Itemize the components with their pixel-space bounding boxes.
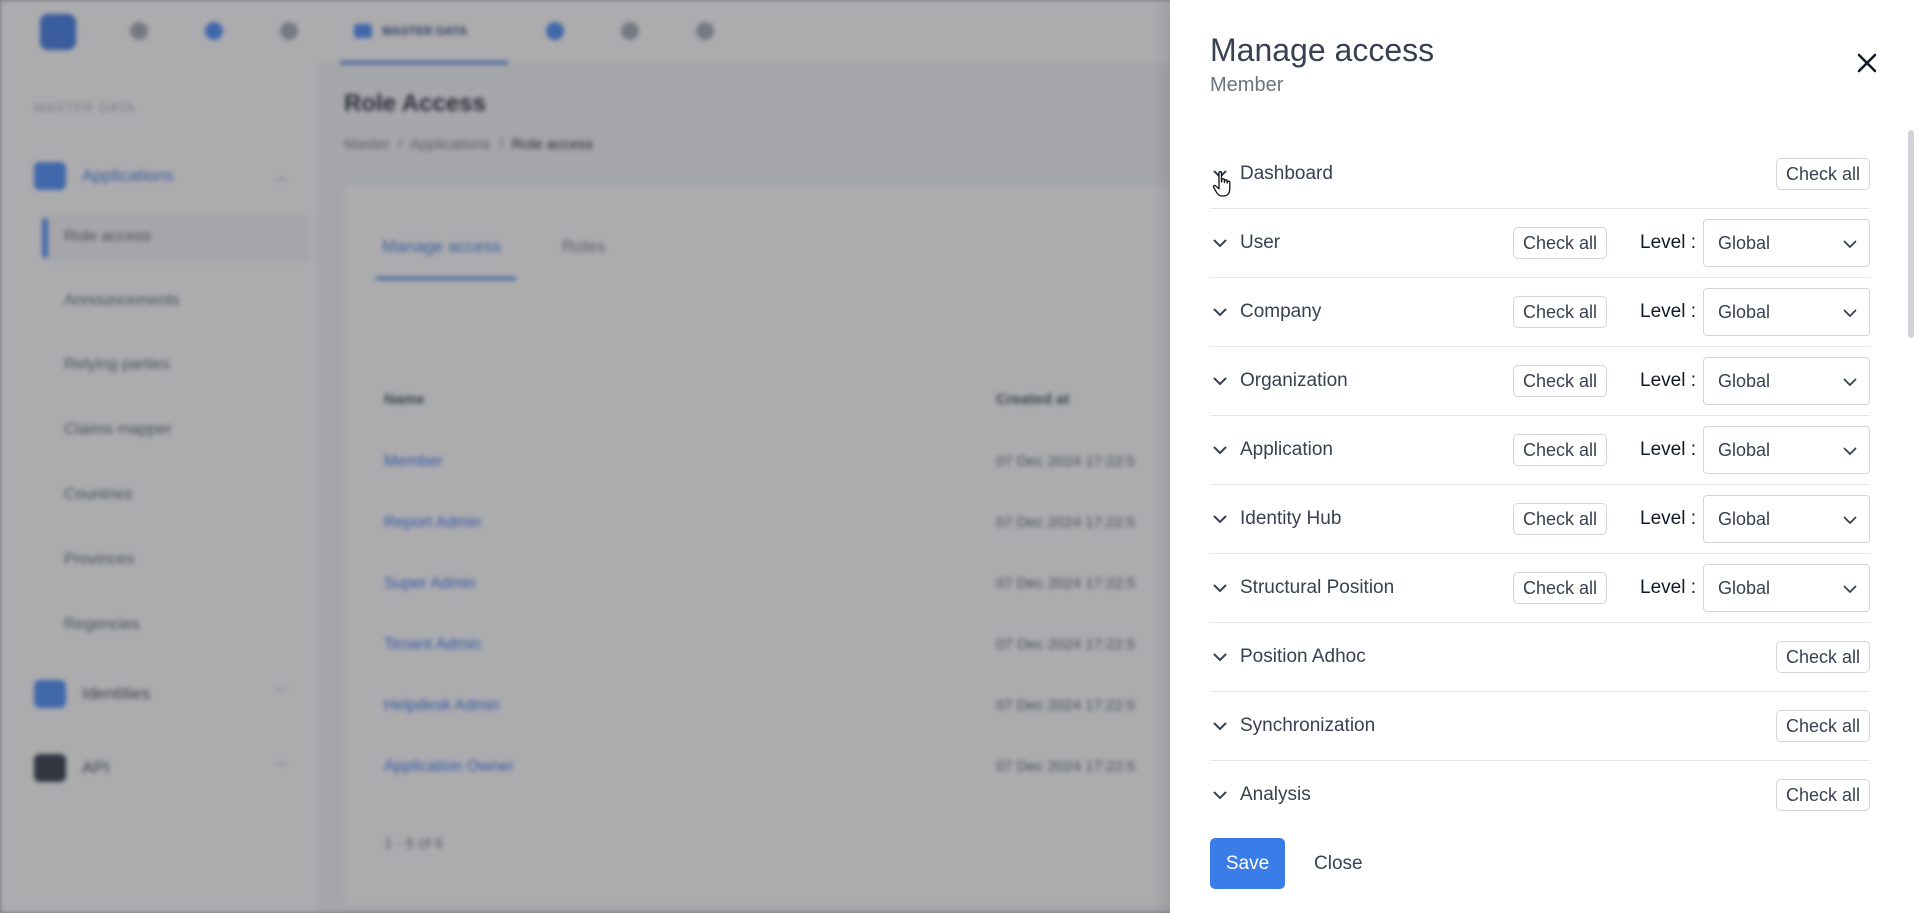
access-section-user: User Check all Level : Global [1210,209,1870,278]
access-section-dashboard: Dashboard Check all [1210,140,1870,209]
level-label: Level : [1640,439,1696,460]
level-select[interactable]: Global [1703,426,1870,474]
section-label: Company [1240,301,1322,322]
level-select-value: Global [1718,370,1771,391]
section-label: Synchronization [1240,715,1376,736]
access-section-organization: Organization Check all Level : Global [1210,347,1870,416]
check-all-button[interactable]: Check all [1513,503,1608,535]
chevron-down-icon[interactable] [1210,302,1230,322]
chevron-down-icon[interactable] [1210,647,1230,667]
access-section-application: Application Check all Level : Global [1210,416,1870,485]
section-label: User [1240,232,1281,253]
check-all-button[interactable]: Check all [1513,296,1608,328]
chevron-down-icon[interactable] [1210,371,1230,391]
chevron-down-icon [1843,581,1857,599]
check-all-button[interactable]: Check all [1775,158,1870,190]
level-select-value: Global [1718,232,1771,253]
level-label: Level : [1640,577,1696,598]
level-select[interactable]: Global [1703,564,1870,612]
chevron-down-icon[interactable] [1210,440,1230,460]
chevron-down-icon [1843,305,1857,323]
drawer-subtitle: Member [1210,74,1284,96]
level-label: Level : [1640,370,1696,391]
level-label: Level : [1640,301,1696,322]
access-section-identity-hub: Identity Hub Check all Level : Global [1210,485,1870,554]
level-select-value: Global [1718,301,1771,322]
access-section-list[interactable]: Dashboard Check all User Check all Level… [1210,140,1870,816]
chevron-down-icon [1843,236,1857,254]
section-label: Identity Hub [1240,508,1342,529]
drawer-title: Manage access [1210,32,1435,68]
access-section-company: Company Check all Level : Global [1210,278,1870,347]
level-select[interactable]: Global [1703,288,1870,336]
section-label: Position Adhoc [1240,646,1366,667]
level-select-value: Global [1718,577,1771,598]
chevron-down-icon [1843,374,1857,392]
chevron-down-icon [1843,443,1857,461]
check-all-button[interactable]: Check all [1513,227,1608,259]
check-all-button[interactable]: Check all [1513,572,1608,604]
close-button[interactable]: Close [1298,838,1379,889]
check-all-button[interactable]: Check all [1775,641,1870,673]
check-all-button[interactable]: Check all [1775,779,1870,811]
section-label: Analysis [1240,784,1311,805]
level-select[interactable]: Global [1703,357,1870,405]
chevron-down-icon[interactable] [1210,785,1230,805]
section-label: Organization [1240,370,1348,391]
level-label: Level : [1640,508,1696,529]
chevron-down-icon [1843,512,1857,530]
scrollbar-thumb[interactable] [1908,130,1914,338]
check-all-button[interactable]: Check all [1513,434,1608,466]
hand-pointer-icon [1212,170,1234,203]
check-all-button[interactable]: Check all [1513,365,1608,397]
level-select[interactable]: Global [1703,495,1870,543]
level-select-value: Global [1718,508,1771,529]
check-all-button[interactable]: Check all [1775,710,1870,742]
chevron-down-icon[interactable] [1210,233,1230,253]
level-select[interactable]: Global [1703,219,1870,267]
section-label: Dashboard [1240,163,1333,184]
chevron-down-icon[interactable] [1210,716,1230,736]
manage-access-drawer: Manage access Member Dashboard Check all… [1170,0,1919,913]
access-section-position-adhoc: Position Adhoc Check all [1210,623,1870,692]
section-label: Structural Position [1240,577,1395,598]
level-label: Level : [1640,232,1696,253]
save-button[interactable]: Save [1210,838,1285,889]
section-label: Application [1240,439,1333,460]
chevron-down-icon[interactable] [1210,578,1230,598]
chevron-down-icon[interactable] [1210,509,1230,529]
access-section-structural-position: Structural Position Check all Level : Gl… [1210,554,1870,623]
access-section-analysis: Analysis Check all [1210,761,1870,816]
access-section-synchronization: Synchronization Check all [1210,692,1870,761]
level-select-value: Global [1718,439,1771,460]
close-icon[interactable] [1852,48,1882,78]
